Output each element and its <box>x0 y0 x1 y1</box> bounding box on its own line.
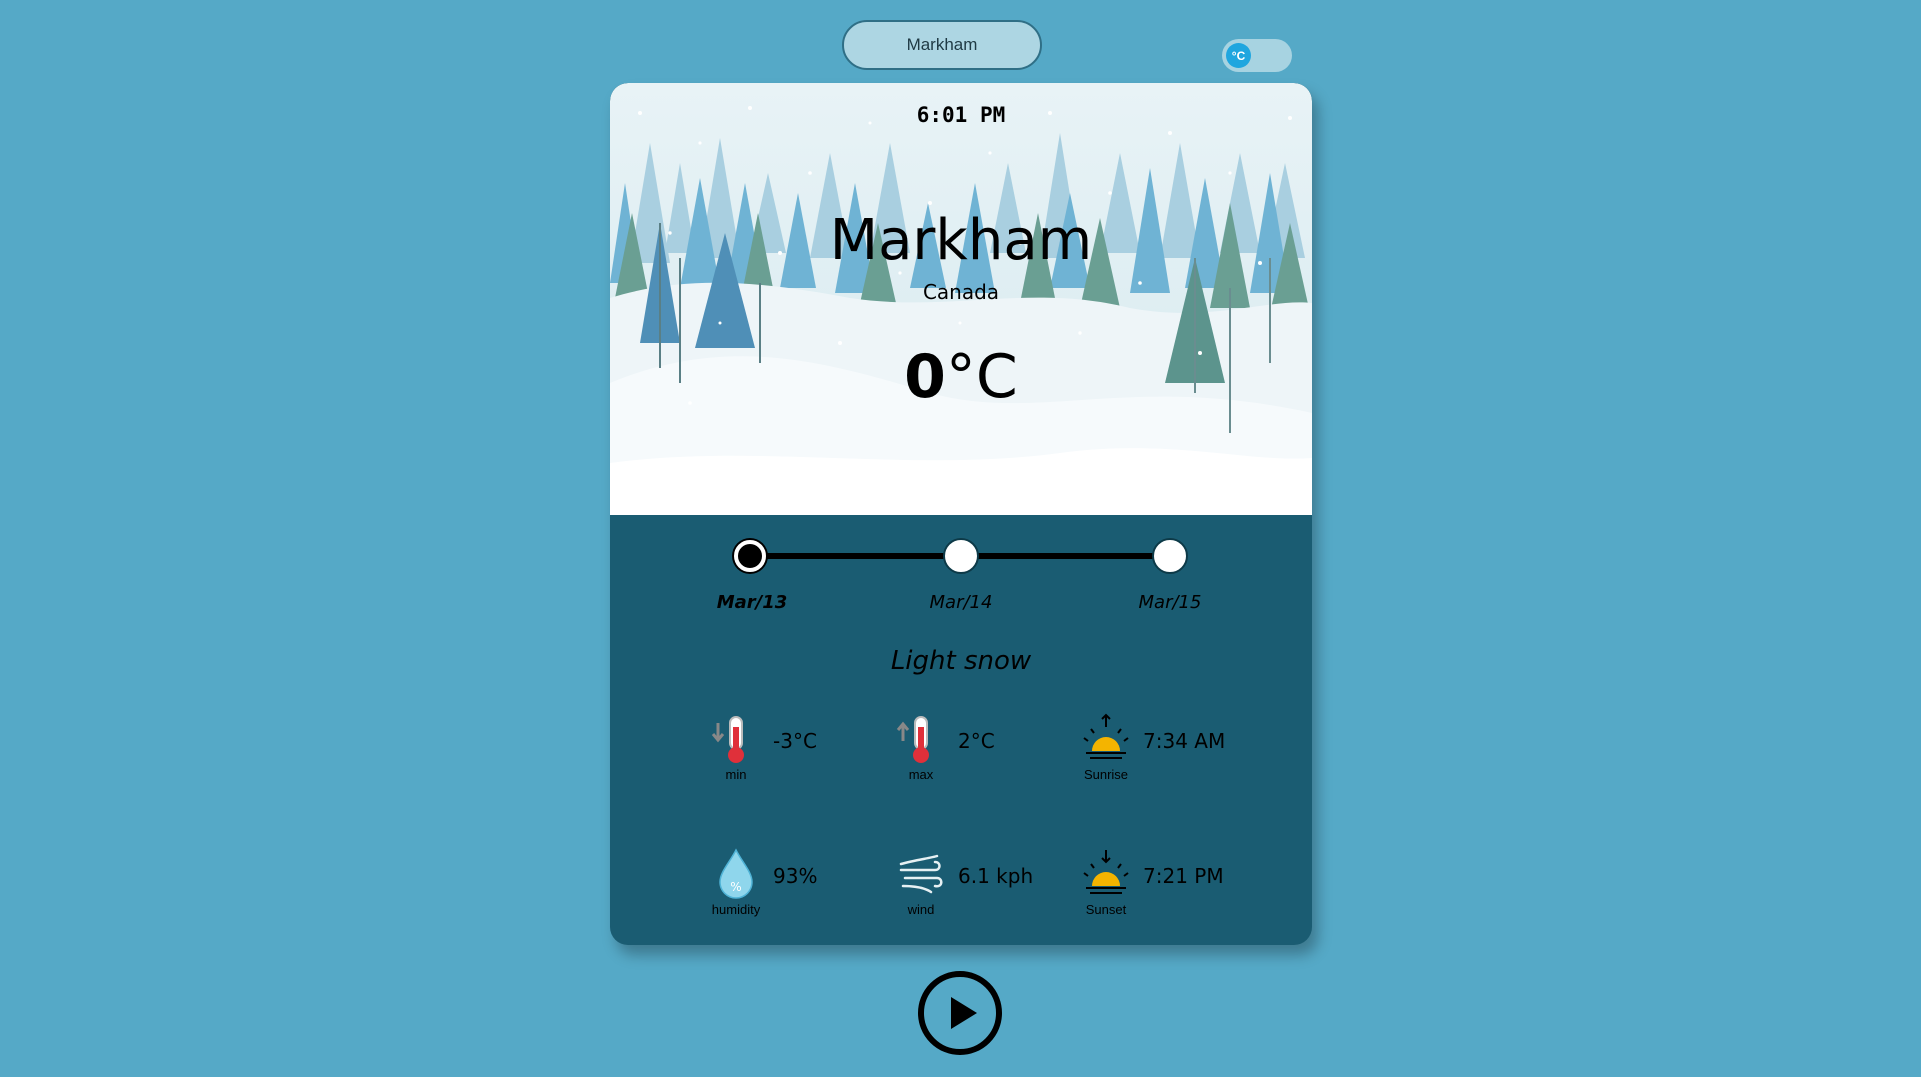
temperature-unit: °C <box>945 342 1018 412</box>
weather-description: Light snow <box>890 646 1032 676</box>
play-icon[interactable] <box>917 970 1003 1056</box>
winter-scene-image: 6:01 PM Markham Canada 0°C <box>610 83 1312 515</box>
wind-icon <box>895 848 947 900</box>
stat-sunset-value: 7:21 PM <box>1143 864 1224 888</box>
city-search-input[interactable] <box>842 20 1042 70</box>
stat-sunrise-value: 7:34 AM <box>1143 729 1226 753</box>
city-name: Markham <box>829 208 1093 273</box>
forecast-day-2-marker[interactable] <box>943 538 979 574</box>
stat-sunset: Sunset 7:21 PM <box>1080 848 1240 928</box>
stat-max-value: 2°C <box>958 729 995 753</box>
stat-max-temp: max 2°C <box>895 713 1055 793</box>
country-name: Canada <box>922 280 1000 304</box>
thermometer-up-icon <box>895 713 947 765</box>
stat-min-temp: min -3°C <box>710 713 870 793</box>
unit-toggle[interactable]: °C <box>1222 39 1292 72</box>
forecast-day-1-marker[interactable] <box>734 540 766 572</box>
current-temperature: 0°C <box>610 347 1312 407</box>
stat-humidity-caption: humidity <box>711 902 761 917</box>
stat-sunset-caption: Sunset <box>1085 902 1127 917</box>
forecast-day-2-label[interactable]: Mar/14 <box>891 592 1031 613</box>
forecast-day-3-label[interactable]: Mar/15 <box>1100 592 1240 613</box>
stat-max-caption: max <box>908 767 934 782</box>
unit-toggle-knob[interactable]: °C <box>1226 43 1251 68</box>
stat-humidity: % humidity 93% <box>710 848 870 928</box>
sunrise-icon <box>1080 713 1132 765</box>
play-button[interactable] <box>917 970 1003 1056</box>
forecast-day-3-marker[interactable] <box>1152 538 1188 574</box>
thermometer-down-icon <box>710 713 762 765</box>
stat-humidity-value: 93% <box>773 864 818 888</box>
weather-card: 6:01 PM Markham Canada 0°C Mar/13 Mar/14… <box>610 83 1312 945</box>
stat-min-value: -3°C <box>773 729 817 753</box>
stat-wind: wind 6.1 kph <box>895 848 1055 928</box>
temperature-value: 0 <box>904 342 946 412</box>
local-time: 6:01 PM <box>916 103 1006 127</box>
stat-sunrise: Sunrise 7:34 AM <box>1080 713 1240 793</box>
stat-sunrise-caption: Sunrise <box>1083 767 1129 782</box>
weather-app: °C <box>0 0 1921 1077</box>
stat-wind-value: 6.1 kph <box>958 864 1034 888</box>
stat-min-caption: min <box>725 767 747 782</box>
sunset-icon <box>1080 848 1132 900</box>
svg-text:%: % <box>730 880 741 894</box>
forecast-day-1-label[interactable]: Mar/13 <box>682 592 822 613</box>
humidity-drop-icon: % <box>710 848 762 900</box>
stat-wind-caption: wind <box>907 902 935 917</box>
